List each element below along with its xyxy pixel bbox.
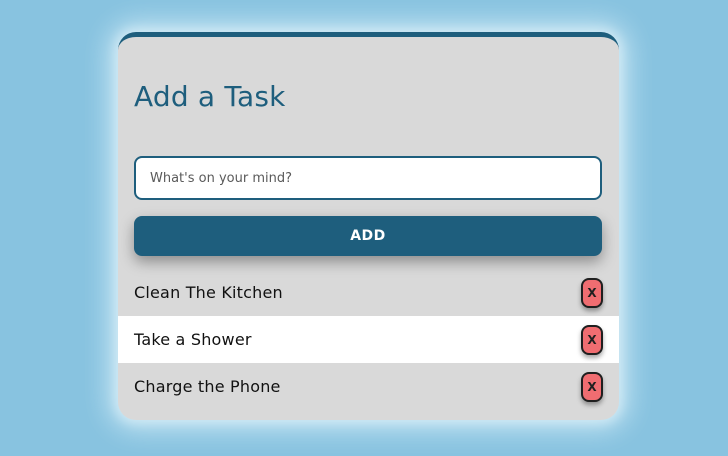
task-input[interactable] (136, 158, 600, 198)
task-list: Clean The Kitchen X Take a Shower X Char… (118, 269, 619, 410)
delete-task-button[interactable]: X (581, 371, 603, 402)
close-icon: X (587, 332, 597, 347)
delete-task-button[interactable]: X (581, 324, 603, 355)
delete-task-button[interactable]: X (581, 277, 603, 308)
task-item: Charge the Phone X (118, 363, 619, 410)
task-text: Clean The Kitchen (134, 283, 283, 302)
task-text: Charge the Phone (134, 377, 281, 396)
add-button[interactable]: ADD (134, 216, 602, 256)
task-text: Take a Shower (134, 330, 252, 349)
close-icon: X (587, 379, 597, 394)
task-input-wrapper (134, 156, 602, 200)
page-title: Add a Task (134, 80, 286, 113)
todo-card: Add a Task ADD Clean The Kitchen X Take … (118, 32, 619, 420)
task-item: Take a Shower X (118, 316, 619, 363)
close-icon: X (587, 285, 597, 300)
task-item: Clean The Kitchen X (118, 269, 619, 316)
